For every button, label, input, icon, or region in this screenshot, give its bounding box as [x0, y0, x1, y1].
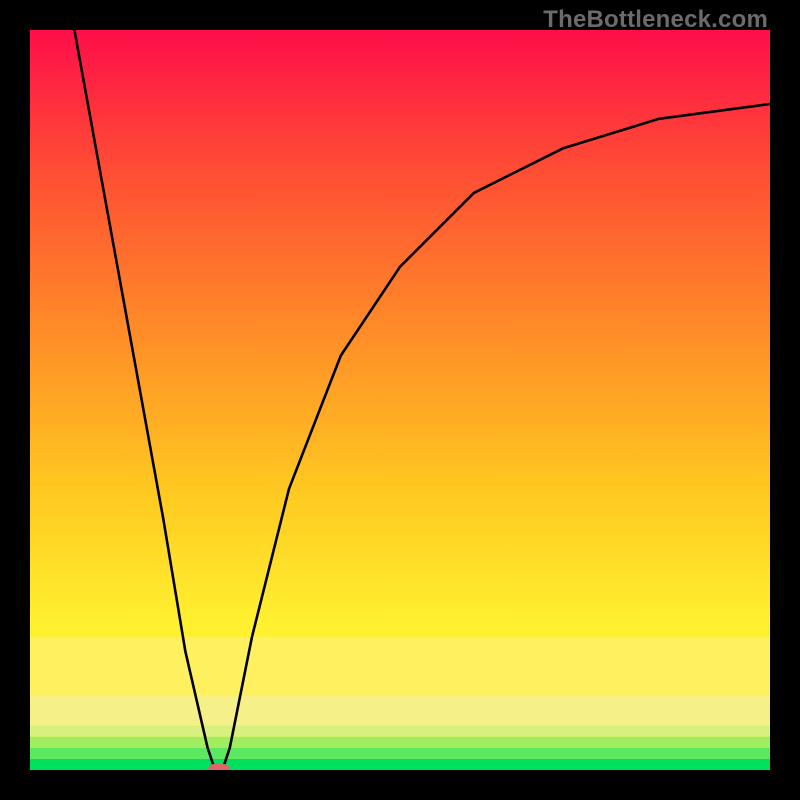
- chart-frame: TheBottleneck.com: [0, 0, 800, 800]
- plot-area: [30, 30, 770, 770]
- bottleneck-curve: [30, 30, 770, 770]
- optimal-point-marker: [208, 764, 230, 770]
